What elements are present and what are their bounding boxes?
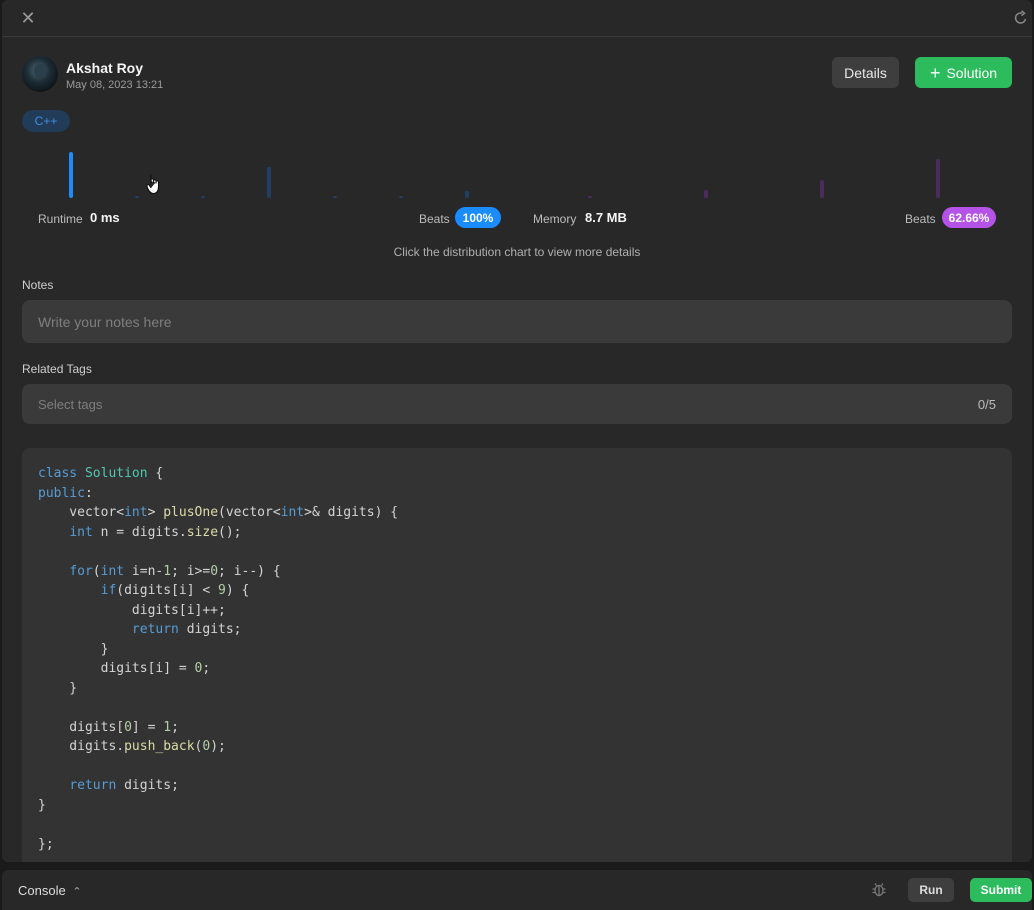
chevron-up-icon: ⌃ bbox=[72, 886, 82, 898]
solution-button-label: Solution bbox=[946, 64, 998, 81]
runtime-distribution-bar[interactable] bbox=[201, 196, 205, 198]
code-line: digits.push_back(0); bbox=[38, 739, 226, 754]
code-line: }; bbox=[38, 836, 54, 852]
code-line: int n = digits.size(); bbox=[69, 524, 242, 540]
memory-distribution-bar[interactable] bbox=[704, 190, 708, 198]
user-name[interactable]: Akshat Roy bbox=[66, 60, 143, 76]
runtime-distribution-bar[interactable] bbox=[69, 152, 73, 198]
submission-date: May 08, 2023 13:21 bbox=[66, 79, 164, 91]
code-line: digits[i] = 0; bbox=[38, 661, 211, 676]
tags-select[interactable]: Select tags 0/5 bbox=[22, 384, 1012, 424]
code-line: if(digits[i] < 9) { bbox=[100, 583, 250, 598]
code-line: } bbox=[38, 680, 78, 696]
tags-count: 0/5 bbox=[977, 397, 996, 412]
runtime-distribution-bar[interactable] bbox=[399, 196, 403, 198]
code-line: digits[0] = 1; bbox=[38, 719, 179, 735]
notes-label: Notes bbox=[22, 278, 54, 292]
code-line: } bbox=[38, 641, 109, 657]
memory-distribution-bar[interactable] bbox=[588, 196, 592, 198]
hand-cursor-icon bbox=[146, 174, 160, 195]
panel-topbar: ✕ bbox=[2, 0, 1032, 37]
code-line: return digits; bbox=[69, 778, 179, 793]
details-button[interactable]: Details bbox=[832, 57, 899, 88]
tags-placeholder: Select tags bbox=[38, 397, 103, 412]
submit-button[interactable]: Submit bbox=[970, 878, 1032, 902]
runtime-distribution-bar[interactable] bbox=[465, 191, 469, 198]
memory-value: 8.7 MB bbox=[585, 210, 627, 225]
notes-input[interactable] bbox=[22, 300, 1012, 343]
code-line: return digits; bbox=[131, 622, 242, 637]
runtime-label: Runtime bbox=[38, 212, 83, 226]
language-badge: C++ bbox=[22, 110, 70, 132]
runtime-distribution-bar[interactable] bbox=[333, 196, 337, 198]
run-button[interactable]: Run bbox=[908, 878, 954, 902]
code-block: class Solution { public: vector<int> plus… bbox=[38, 464, 398, 854]
bottom-toolbar: Console ⌃ Run Submit bbox=[2, 870, 1032, 910]
code-viewer[interactable]: class Solution { public: vector<int> plus… bbox=[22, 448, 1012, 862]
code-line: } bbox=[38, 797, 46, 813]
runtime-distribution-bar[interactable] bbox=[135, 196, 139, 198]
debug-bug-icon[interactable] bbox=[870, 880, 888, 898]
refresh-icon[interactable] bbox=[1014, 10, 1028, 26]
distribution-hint: Click the distribution chart to view mor… bbox=[393, 245, 641, 259]
runtime-value: 0 ms bbox=[90, 210, 120, 225]
runtime-beats-badge: 100% bbox=[455, 207, 501, 228]
submission-panel: ✕ Akshat Roy May 08, 2023 13:21 Details … bbox=[2, 0, 1032, 862]
memory-label: Memory bbox=[533, 212, 577, 226]
console-label: Console bbox=[18, 883, 66, 898]
memory-beats-label: Beats bbox=[905, 212, 936, 226]
code-line: vector<int> plusOne(vector<int>& digits)… bbox=[38, 505, 399, 520]
console-toggle[interactable]: Console ⌃ bbox=[18, 883, 82, 898]
code-line: digits[i]++; bbox=[38, 602, 226, 618]
avatar[interactable] bbox=[22, 56, 58, 92]
plus-icon: + bbox=[929, 62, 941, 83]
code-line: class Solution { bbox=[38, 466, 164, 481]
memory-beats-badge: 62.66% bbox=[942, 207, 996, 228]
runtime-distribution-bar[interactable] bbox=[267, 167, 271, 198]
close-icon[interactable]: ✕ bbox=[19, 9, 37, 27]
code-line: for(int i=n-1; i>=0; i--) { bbox=[69, 563, 281, 579]
runtime-beats-label: Beats bbox=[419, 212, 450, 226]
memory-distribution-bar[interactable] bbox=[936, 159, 940, 198]
add-solution-button[interactable]: + Solution bbox=[915, 57, 1012, 88]
code-line: public: bbox=[38, 485, 93, 501]
related-tags-label: Related Tags bbox=[22, 362, 92, 376]
memory-distribution-bar[interactable] bbox=[820, 180, 824, 198]
